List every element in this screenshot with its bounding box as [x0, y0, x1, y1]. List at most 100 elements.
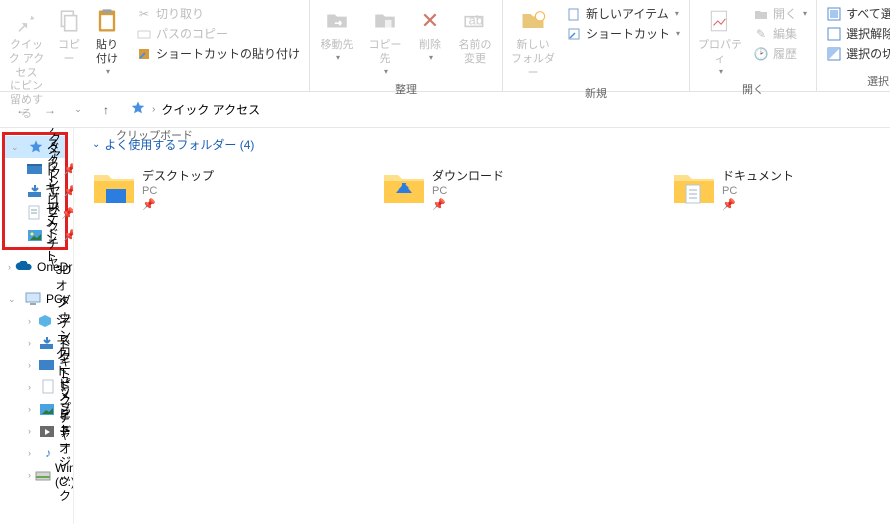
new-item-button[interactable]: 新しいアイテム ▾ — [562, 4, 684, 23]
chevron-down-icon: ▾ — [106, 67, 110, 76]
move-to-button[interactable]: 移動先 ▾ — [315, 2, 359, 65]
quick-access-star-icon — [130, 100, 146, 119]
ribbon-group-organize: 移動先 ▾ コピー先 ▾ ✕ 削除 ▾ ab 名前の変更 整理 — [310, 0, 503, 91]
paste-shortcut-button[interactable]: ショートカットの貼り付け — [132, 44, 304, 63]
delete-button[interactable]: ✕ 削除 ▾ — [411, 2, 449, 65]
copy-icon — [53, 5, 85, 37]
desktop-icon — [39, 357, 55, 373]
breadcrumb-current[interactable]: クイック アクセス — [161, 101, 260, 118]
pin-icon: 📌 — [142, 198, 214, 211]
chevron-down-icon: ▾ — [336, 53, 340, 62]
pin-icon: 📌 — [432, 198, 504, 211]
chevron-right-icon: › — [152, 104, 155, 115]
paste-button[interactable]: 貼り付け ▾ — [90, 2, 124, 79]
history-icon: 🕑 — [753, 46, 769, 62]
tree-pictures[interactable]: ピクチャ 📌 — [5, 224, 65, 246]
chevron-right-icon[interactable]: › — [28, 316, 34, 326]
drive-icon — [35, 467, 51, 483]
rename-button[interactable]: ab 名前の変更 — [453, 2, 497, 70]
document-icon — [41, 379, 55, 395]
properties-icon — [704, 5, 736, 37]
pin-icon: 📌 — [63, 185, 74, 198]
download-icon — [39, 335, 55, 351]
svg-text:ab: ab — [469, 12, 483, 27]
pin-icon: 📌 — [63, 163, 74, 176]
delete-icon: ✕ — [414, 5, 446, 37]
desktop-icon — [27, 161, 43, 177]
pin-icon: 📌 — [722, 198, 794, 211]
select-none-button[interactable]: 選択解除 — [822, 24, 890, 43]
folder-desktop-icon — [92, 167, 134, 209]
frequent-folders-header[interactable]: ⌄ よく使用するフォルダー (4) — [92, 136, 872, 153]
onedrive-icon — [15, 259, 33, 275]
chevron-down-icon: ▾ — [384, 67, 388, 76]
select-none-icon — [826, 26, 842, 42]
new-folder-icon — [517, 5, 549, 37]
new-shortcut-button[interactable]: ショートカット ▾ — [562, 24, 684, 43]
ribbon-group-select: すべて選択 選択解除 選択の切り替え 選択 — [817, 0, 890, 91]
ribbon-group-open: プロパティ ▾ 開く ▾ ✎ 編集 🕑 履歴 開く — [690, 0, 817, 91]
download-icon — [27, 183, 43, 199]
up-button[interactable]: ↑ — [94, 98, 118, 122]
invert-selection-button[interactable]: 選択の切り替え — [822, 44, 890, 63]
path-icon — [136, 26, 152, 42]
3d-icon — [38, 313, 52, 329]
forward-button[interactable]: → — [38, 98, 62, 122]
chevron-down-icon[interactable]: ⌄ — [11, 142, 23, 153]
chevron-right-icon[interactable]: › — [28, 338, 35, 348]
chevron-right-icon[interactable]: › — [28, 382, 37, 392]
main: ⌄ クイック アクセス デスクトップ 📌 ダウンロード 📌 ドキュメント 📌 — [0, 128, 890, 524]
properties-button[interactable]: プロパティ ▾ — [695, 2, 745, 79]
breadcrumb[interactable]: › クイック アクセス — [130, 100, 260, 119]
new-item-icon — [566, 6, 582, 22]
chevron-down-icon: ⌄ — [92, 139, 100, 150]
chevron-down-icon: ▾ — [675, 9, 679, 18]
recent-dropdown[interactable]: ⌄ — [66, 98, 90, 122]
open-file-button[interactable]: 開く ▾ — [749, 4, 811, 23]
copy-button[interactable]: コピー — [52, 2, 86, 70]
chevron-down-icon: ▾ — [803, 9, 807, 18]
select-all-icon — [826, 6, 842, 22]
chevron-down-icon: ▾ — [676, 29, 680, 38]
edit-button[interactable]: ✎ 編集 — [749, 24, 811, 43]
move-icon — [321, 5, 353, 37]
folder-item-downloads[interactable]: ダウンロード PC 📌 — [382, 167, 582, 211]
ribbon-group-clipboard: クイック アクセスにピン留めする コピー 貼り付け ▾ ✂ 切り取り パスのコピ… — [0, 0, 310, 91]
copy-path-button[interactable]: パスのコピー — [132, 24, 304, 43]
content-area: ⌄ よく使用するフォルダー (4) デスクトップ PC 📌 — [74, 128, 890, 524]
shortcut-icon — [566, 26, 582, 42]
scissors-icon: ✂ — [136, 6, 152, 22]
paste-icon — [91, 5, 123, 37]
chevron-right-icon[interactable]: › — [28, 448, 37, 458]
music-icon: ♪ — [41, 445, 55, 461]
chevron-right-icon[interactable]: › — [28, 470, 31, 480]
chevron-down-icon[interactable]: ⌄ — [8, 294, 20, 305]
edit-icon: ✎ — [753, 26, 769, 42]
back-button[interactable]: ← — [10, 98, 34, 122]
ribbon: クイック アクセスにピン留めする コピー 貼り付け ▾ ✂ 切り取り パスのコピ… — [0, 0, 890, 92]
folder-item-desktop[interactable]: デスクトップ PC 📌 — [92, 167, 292, 211]
chevron-right-icon[interactable]: › — [8, 262, 11, 272]
ribbon-group-new: 新しいフォルダー 新しいアイテム ▾ ショートカット ▾ 新規 — [503, 0, 690, 91]
folder-row: デスクトップ PC 📌 ダウンロード PC 📌 — [92, 167, 872, 211]
folder-item-documents[interactable]: ドキュメント PC 📌 — [672, 167, 872, 211]
star-icon — [27, 139, 45, 155]
tree-windows-c[interactable]: › Windows (C:) — [2, 464, 71, 486]
shortcut-icon — [136, 46, 152, 62]
pin-icon: 📌 — [61, 207, 74, 220]
chevron-right-icon[interactable]: › — [28, 426, 35, 436]
folder-download-icon — [382, 167, 424, 209]
select-all-button[interactable]: すべて選択 — [822, 4, 890, 23]
pictures-icon — [39, 401, 55, 417]
chevron-down-icon: ▾ — [429, 53, 433, 62]
pin-icon: 📌 — [63, 229, 74, 242]
history-button[interactable]: 🕑 履歴 — [749, 44, 811, 63]
quick-access-highlight: ⌄ クイック アクセス デスクトップ 📌 ダウンロード 📌 ドキュメント 📌 — [2, 132, 68, 250]
cut-button[interactable]: ✂ 切り取り — [132, 4, 304, 23]
chevron-right-icon[interactable]: › — [28, 360, 35, 370]
copy-to-button[interactable]: コピー先 ▾ — [363, 2, 407, 79]
new-folder-button[interactable]: 新しいフォルダー — [508, 2, 558, 83]
chevron-down-icon: ▾ — [719, 67, 723, 76]
chevron-right-icon[interactable]: › — [28, 404, 35, 414]
pictures-icon — [27, 227, 43, 243]
